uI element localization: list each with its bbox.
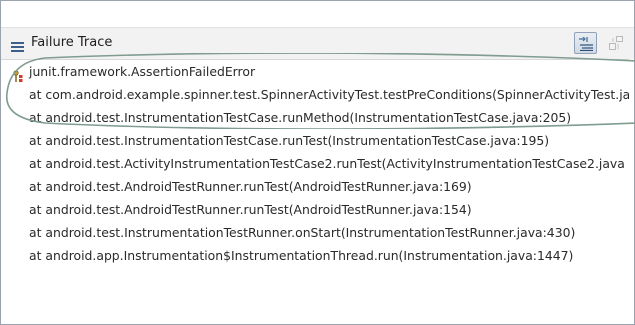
trace-line[interactable]: at android.app.Instrumentation$Instrumen… (29, 246, 573, 266)
view-header: Failure Trace (1, 27, 634, 60)
right-edge (629, 59, 634, 324)
failure-icon (11, 68, 25, 82)
filter-stack-trace-icon (579, 37, 593, 51)
view-title: Failure Trace (31, 35, 113, 50)
trace-line[interactable]: at android.test.InstrumentationTestCase.… (29, 131, 549, 151)
compare-result-button[interactable] (605, 32, 627, 54)
trace-line[interactable]: at com.android.example.spinner.test.Spin… (29, 85, 634, 105)
trace-line[interactable]: at android.test.AndroidTestRunner.runTes… (29, 200, 472, 220)
stack-trace-list[interactable]: junit.framework.AssertionFailedError at … (1, 59, 634, 324)
trace-line[interactable]: at android.test.InstrumentationTestRunne… (29, 223, 575, 243)
trace-line[interactable]: at android.test.InstrumentationTestCase.… (29, 108, 571, 128)
trace-line-exception[interactable]: junit.framework.AssertionFailedError (29, 62, 255, 82)
trace-line[interactable]: at android.test.ActivityInstrumentationT… (29, 154, 625, 174)
filter-stack-trace-button[interactable] (574, 32, 597, 54)
top-area (1, 1, 634, 27)
failure-trace-view: Failure Trace junit.framework.AssertionF… (0, 0, 635, 325)
compare-result-icon (609, 36, 623, 50)
list-icon (11, 38, 24, 52)
trace-line[interactable]: at android.test.AndroidTestRunner.runTes… (29, 177, 472, 197)
